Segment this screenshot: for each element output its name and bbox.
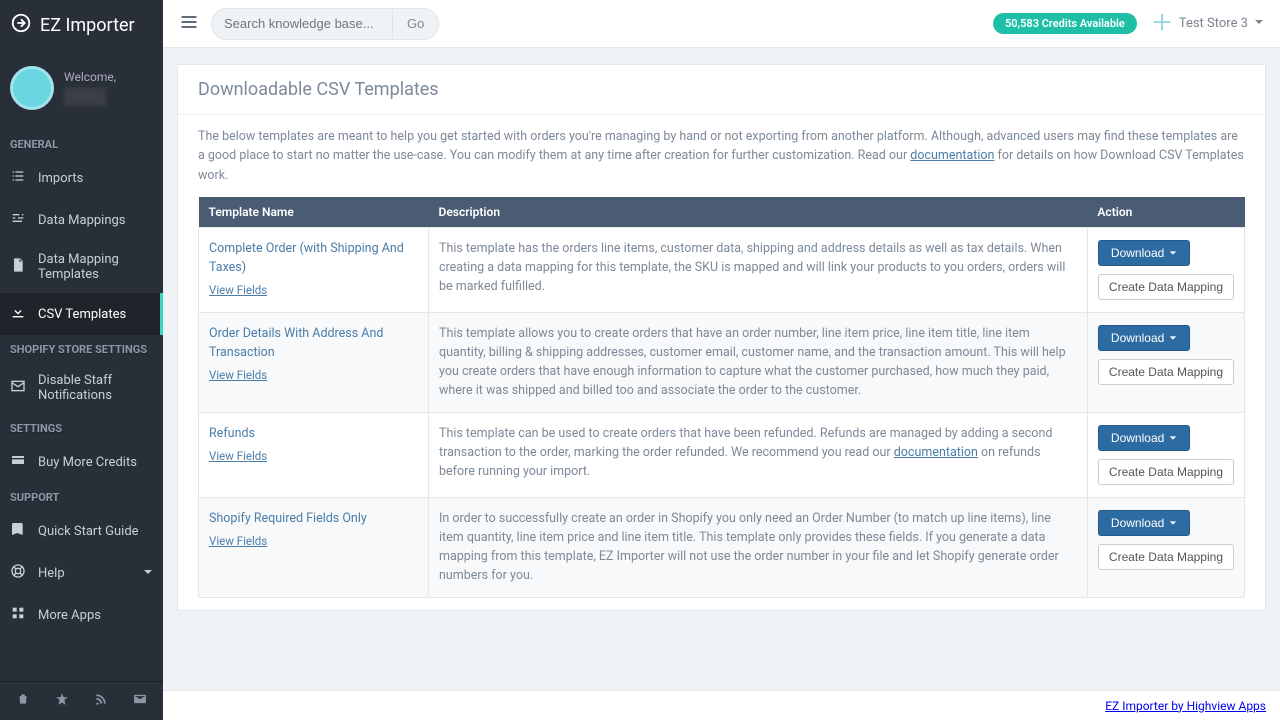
- credits-badge: 50,583 Credits Available: [993, 13, 1137, 34]
- caret-down-icon: [1169, 331, 1177, 345]
- view-fields-link[interactable]: View Fields: [209, 533, 267, 550]
- table-row: Refunds View Fields This template can be u…: [199, 413, 1245, 498]
- sidebar-item-buy-more-credits[interactable]: Buy More Credits: [0, 441, 163, 483]
- welcome-text: Welcome,: [64, 70, 116, 84]
- search-input[interactable]: [212, 16, 392, 31]
- caret-down-icon: [1169, 246, 1177, 260]
- view-fields-link[interactable]: View Fields: [209, 448, 267, 465]
- rss-icon[interactable]: [94, 692, 108, 710]
- section-label: SETTINGS: [0, 414, 163, 441]
- create-data-mapping-button[interactable]: Create Data Mapping: [1098, 459, 1234, 485]
- search-go-button[interactable]: Go: [392, 9, 438, 39]
- sidebar-item-data-mappings[interactable]: Data Mappings: [0, 199, 163, 241]
- col-description: Description: [429, 197, 1088, 228]
- list-icon: [10, 168, 26, 188]
- create-data-mapping-button[interactable]: Create Data Mapping: [1098, 274, 1234, 300]
- topbar: Go 50,583 Credits Available Test Store 3: [163, 0, 1280, 48]
- chevron-down-icon: [1254, 16, 1264, 31]
- table-row: Order Details With Address And Transacti…: [199, 313, 1245, 413]
- bag-icon[interactable]: [16, 692, 30, 710]
- menu-toggle-icon[interactable]: [179, 12, 199, 36]
- welcome-block: Welcome,: [64, 70, 116, 106]
- book-icon: [10, 521, 26, 541]
- caret-down-icon: [1169, 516, 1177, 530]
- sidebar-item-label: More Apps: [38, 608, 101, 623]
- life-ring-icon: [10, 563, 26, 583]
- sidebar-item-more-apps[interactable]: More Apps: [0, 594, 163, 636]
- templates-table: Template Name Description Action Complet…: [198, 197, 1245, 598]
- view-fields-link[interactable]: View Fields: [209, 282, 267, 299]
- sidebar-item-disable-staff-notifications[interactable]: Disable Staff Notifications: [0, 362, 163, 414]
- footer-link[interactable]: EZ Importer by Highview Apps: [1105, 699, 1266, 713]
- envelope-icon: [10, 378, 26, 398]
- intro-text: The below templates are meant to help yo…: [198, 127, 1245, 185]
- table-row: Shopify Required Fields Only View Fields I…: [199, 498, 1245, 598]
- sidebar-footer: [0, 681, 163, 720]
- intro-doc-link[interactable]: documentation: [910, 148, 994, 163]
- store-selector[interactable]: Test Store 3: [1151, 11, 1264, 37]
- view-fields-link[interactable]: View Fields: [209, 367, 267, 384]
- page-footer: EZ Importer by Highview Apps: [163, 690, 1280, 720]
- sidebar-item-data-mapping-templates[interactable]: Data Mapping Templates: [0, 241, 163, 293]
- template-description: This template allows you to create order…: [429, 313, 1088, 413]
- sidebar-item-label: Data Mapping Templates: [38, 252, 153, 282]
- page-title: Downloadable CSV Templates: [178, 65, 1265, 115]
- brand-title: EZ Importer: [40, 15, 135, 36]
- user-block: Welcome,: [0, 50, 163, 130]
- envelope-icon[interactable]: [133, 692, 147, 710]
- template-description: This template can be used to create orde…: [429, 413, 1088, 498]
- sidebar-item-csv-templates[interactable]: CSV Templates: [0, 293, 163, 335]
- sidebar-item-label: Buy More Credits: [38, 455, 137, 470]
- search-box: Go: [211, 8, 439, 40]
- sidebar-item-label: Data Mappings: [38, 213, 126, 228]
- grid-icon: [10, 605, 26, 625]
- template-name: Shopify Required Fields Only: [209, 510, 418, 529]
- brand-logo-icon: [10, 12, 32, 38]
- section-label: GENERAL: [0, 130, 163, 157]
- create-data-mapping-button[interactable]: Create Data Mapping: [1098, 359, 1234, 385]
- section-label: SHOPIFY STORE SETTINGS: [0, 335, 163, 362]
- card-icon: [10, 452, 26, 472]
- sidebar-item-help[interactable]: Help: [0, 552, 163, 594]
- download-button[interactable]: Download: [1098, 510, 1190, 536]
- sidebar: EZ Importer Welcome, GENERAL Imports Data …: [0, 0, 163, 720]
- template-description: This template has the orders line items,…: [429, 228, 1088, 313]
- create-data-mapping-button[interactable]: Create Data Mapping: [1098, 544, 1234, 570]
- document-icon: [10, 257, 26, 277]
- sidebar-item-quick-start-guide[interactable]: Quick Start Guide: [0, 510, 163, 552]
- chevron-down-icon: [143, 566, 153, 581]
- main-content: Downloadable CSV Templates The below tem…: [163, 48, 1280, 690]
- section-label: SUPPORT: [0, 483, 163, 510]
- col-template-name: Template Name: [199, 197, 429, 228]
- sidebar-item-label: CSV Templates: [38, 307, 126, 322]
- template-name: Complete Order (with Shipping And Taxes): [209, 240, 418, 278]
- avatar: [10, 66, 54, 110]
- download-button[interactable]: Download: [1098, 425, 1190, 451]
- template-name: Order Details With Address And Transacti…: [209, 325, 418, 363]
- template-name: Refunds: [209, 425, 418, 444]
- desc-doc-link[interactable]: documentation: [894, 445, 978, 460]
- sliders-icon: [10, 210, 26, 230]
- sidebar-item-label: Disable Staff Notifications: [38, 373, 153, 403]
- store-label: Test Store 3: [1179, 16, 1248, 31]
- star-icon[interactable]: [55, 692, 69, 710]
- col-action: Action: [1087, 197, 1244, 228]
- template-description: In order to successfully create an order…: [429, 498, 1088, 598]
- sidebar-item-imports[interactable]: Imports: [0, 157, 163, 199]
- username-masked: [64, 88, 106, 106]
- download-button[interactable]: Download: [1098, 325, 1190, 351]
- sidebar-item-label: Quick Start Guide: [38, 524, 139, 539]
- brand: EZ Importer: [0, 0, 163, 50]
- sidebar-item-label: Imports: [38, 171, 83, 186]
- caret-down-icon: [1169, 431, 1177, 445]
- store-plus-icon: [1151, 11, 1173, 37]
- download-button[interactable]: Download: [1098, 240, 1190, 266]
- table-row: Complete Order (with Shipping And Taxes)…: [199, 228, 1245, 313]
- download-icon: [10, 304, 26, 324]
- panel: Downloadable CSV Templates The below tem…: [177, 64, 1266, 611]
- sidebar-item-label: Help: [38, 566, 65, 581]
